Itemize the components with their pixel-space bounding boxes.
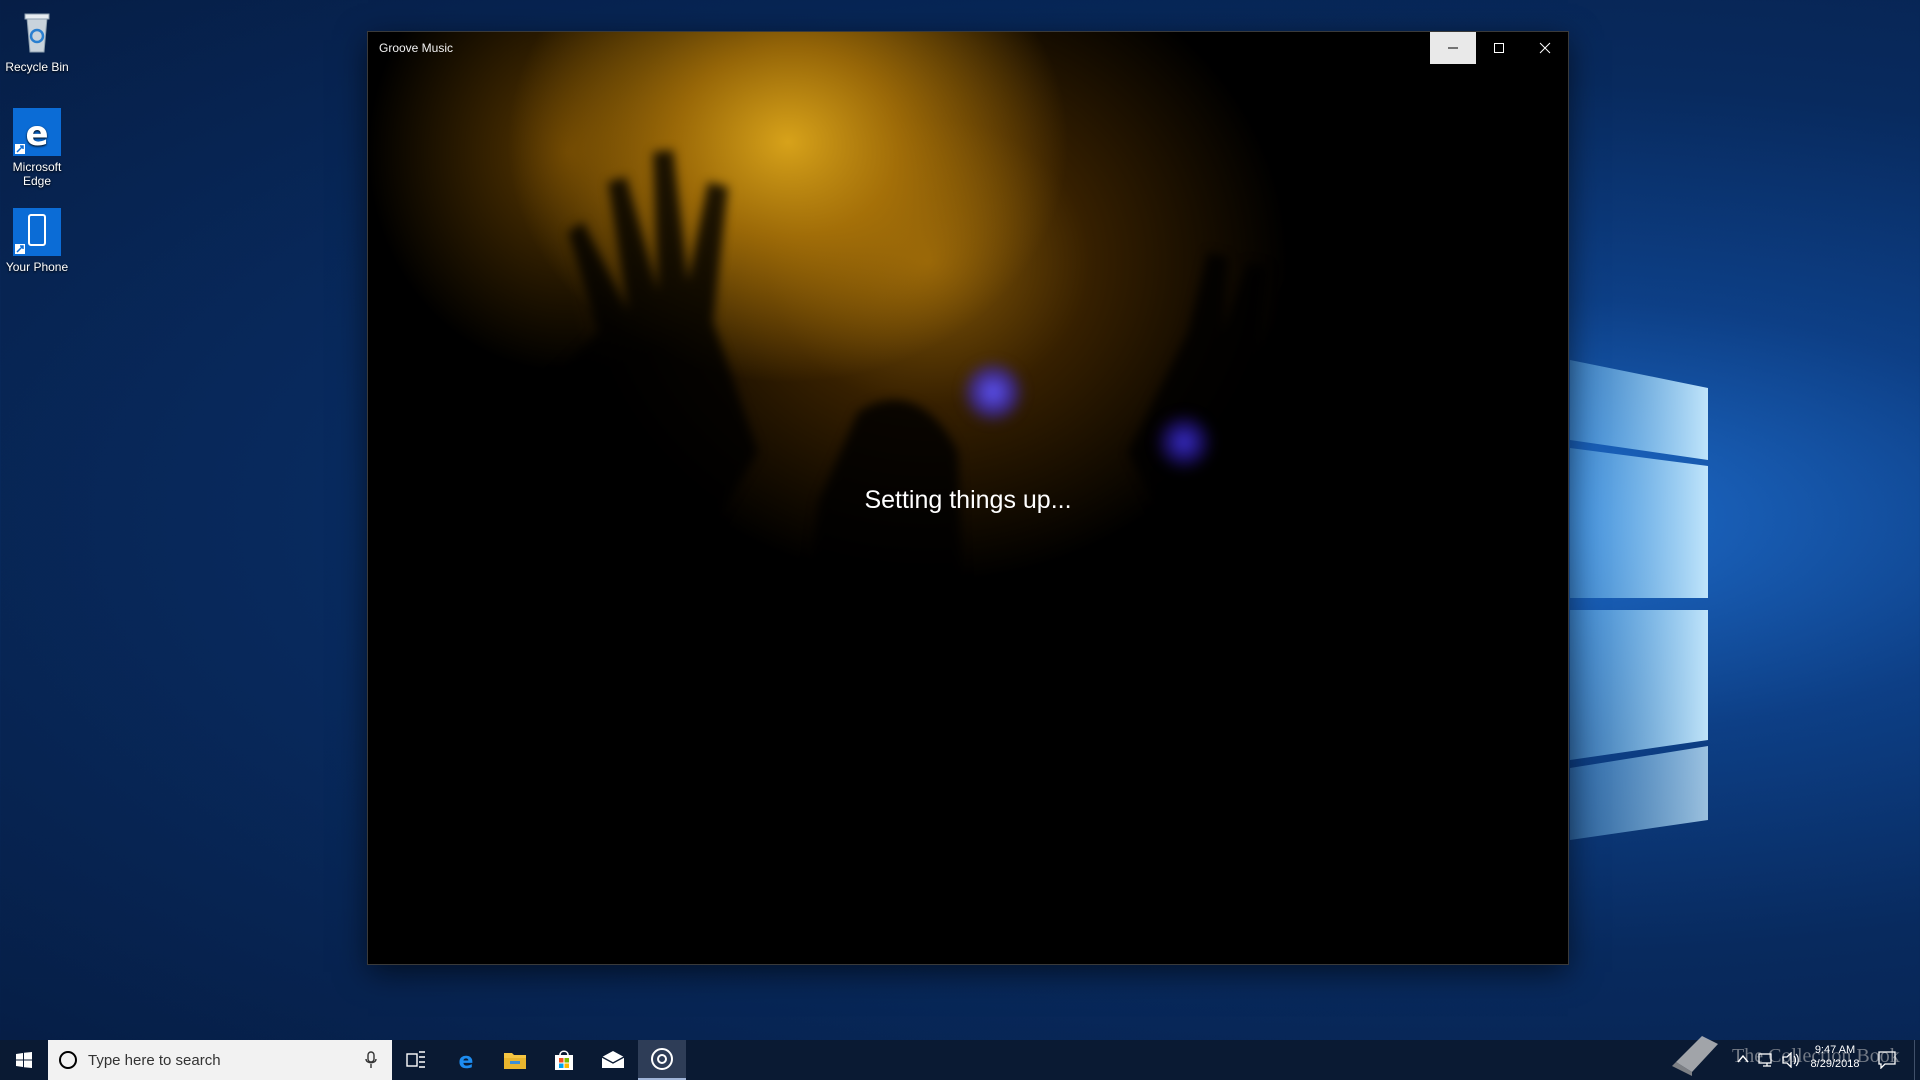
network-icon[interactable] [1758,1052,1776,1068]
window-title: Groove Music [379,41,454,55]
taskbar: Type here to search e The Collection Boo… [0,1036,1920,1080]
groove-music-window[interactable]: Groove Music Setting things up... [368,32,1568,964]
taskbar-edge-button[interactable]: e [442,1040,490,1080]
groove-music-icon [651,1048,673,1070]
bokeh-light [963,362,1023,422]
task-view-icon [406,1051,425,1068]
windows-wallpaper-logo [1570,360,1708,840]
show-desktop-button[interactable] [1914,1040,1920,1080]
volume-icon[interactable] [1782,1052,1800,1068]
store-icon [555,1050,573,1070]
clock-date: 8/29/2018 [1810,1058,1860,1070]
microphone-icon[interactable] [364,1051,378,1069]
taskbar-search-box[interactable]: Type here to search [48,1040,392,1080]
window-titlebar[interactable]: Groove Music [368,32,1568,64]
taskbar-store-button[interactable] [540,1040,588,1080]
close-icon [1539,42,1551,54]
show-hidden-icons-chevron-up-icon[interactable] [1737,1054,1749,1064]
close-button[interactable] [1522,32,1568,64]
minimize-button[interactable] [1430,32,1476,64]
taskbar-mail-button[interactable] [589,1040,637,1080]
task-view-button[interactable] [392,1040,440,1080]
phone-icon [13,208,61,256]
recycle-bin-icon [13,8,61,56]
clock-time: 9:47 AM [1814,1044,1856,1056]
maximize-button[interactable] [1476,32,1522,64]
cortana-icon [59,1051,77,1069]
svg-text:e: e [25,114,48,154]
search-placeholder: Type here to search [88,1052,221,1069]
minimize-icon [1448,47,1458,49]
action-center-notifications-icon[interactable] [1878,1051,1896,1069]
edge-icon: e [13,108,61,156]
start-button[interactable] [0,1040,48,1080]
desktop-icon-label: Microsoft Edge [12,160,62,188]
maximize-icon [1494,43,1504,53]
edge-icon: e [459,1049,474,1072]
desktop-icon-microsoft-edge[interactable]: e Microsoft Edge [0,108,80,188]
hero-background-image [368,32,1568,752]
taskbar-clock[interactable]: 9:47 AM 8/29/2018 [1800,1044,1870,1070]
desktop-icon-label: Your Phone [5,260,69,274]
taskbar-file-explorer-button[interactable] [491,1040,539,1080]
bokeh-light [1156,414,1212,470]
desktop-icon-label: Recycle Bin [5,60,69,74]
taskbar-groove-music-button[interactable] [638,1040,686,1080]
watermark-book-logo [1672,1036,1718,1076]
setup-status-text: Setting things up... [864,486,1072,514]
svg-text:e: e [459,1049,474,1072]
windows-start-icon [16,1052,32,1068]
mail-icon [601,1051,625,1068]
desktop-icon-your-phone[interactable]: Your Phone [0,208,80,274]
file-explorer-icon [504,1053,526,1069]
desktop-icon-recycle-bin[interactable]: Recycle Bin [0,8,80,74]
